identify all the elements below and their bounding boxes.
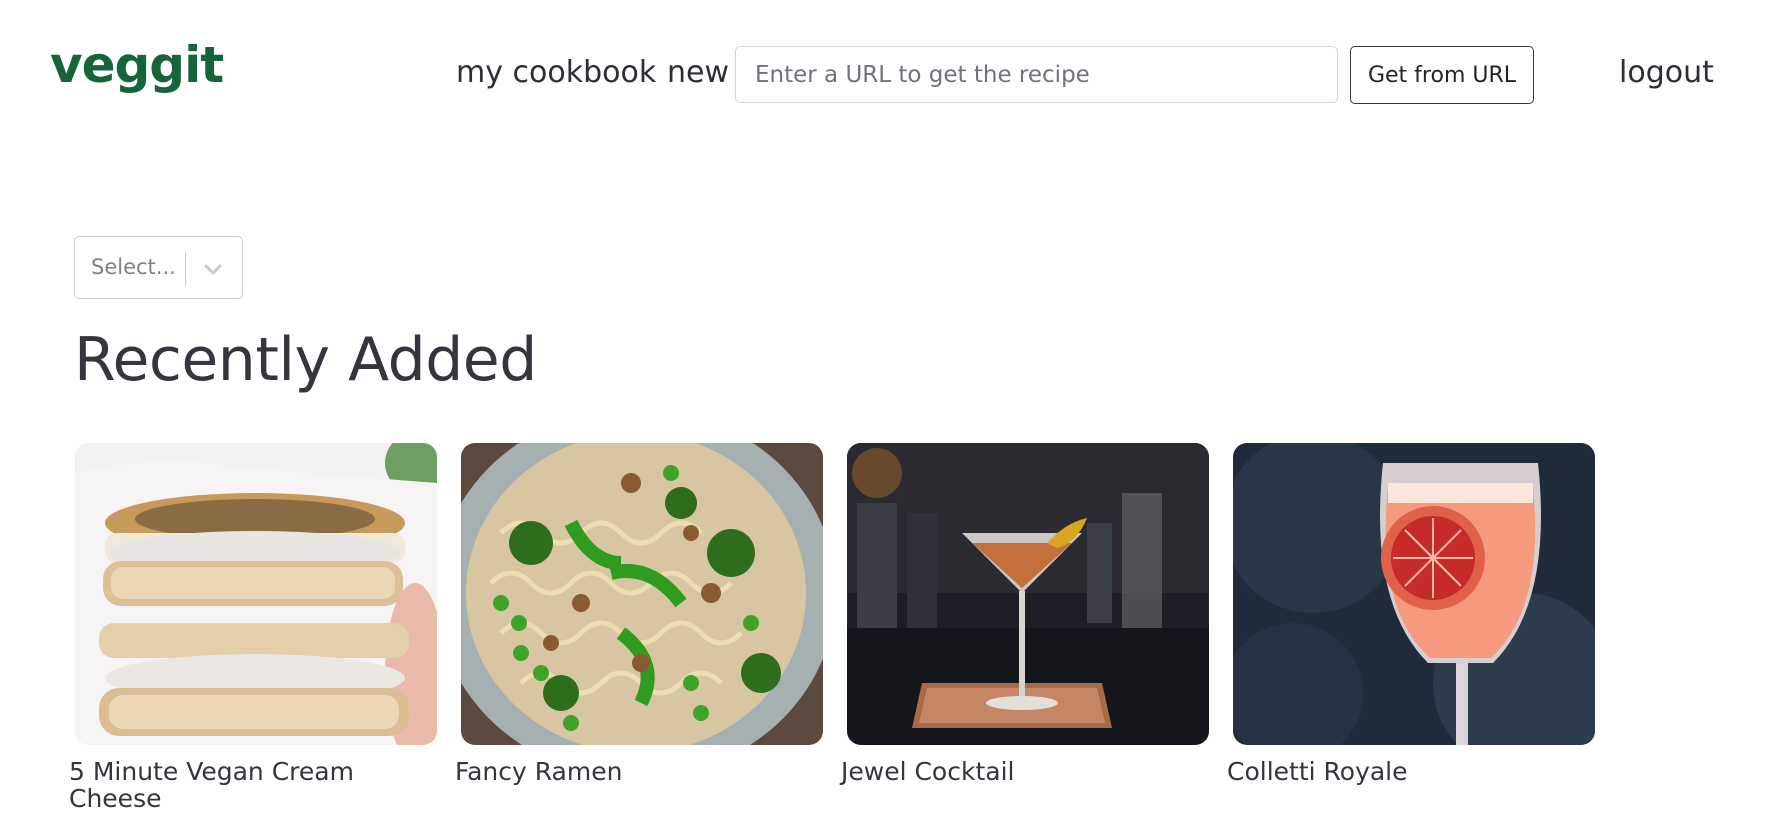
- martini-photo[interactable]: [847, 443, 1209, 745]
- bagel-photo[interactable]: [75, 443, 437, 745]
- recently-added-heading: Recently Added: [74, 325, 537, 395]
- recipe-url-input[interactable]: [735, 46, 1338, 103]
- tag-filter-select[interactable]: Select...: [74, 236, 243, 299]
- brand-logo[interactable]: veggit: [50, 40, 224, 90]
- navbar: veggit my cookbook new Get from URL logo…: [0, 0, 1771, 150]
- recipe-card-title[interactable]: 5 Minute Vegan Cream Cheese: [69, 758, 429, 812]
- nav-my-cookbook-link[interactable]: my cookbook: [456, 58, 656, 88]
- recipe-card[interactable]: Fancy Ramen: [455, 443, 823, 785]
- recipe-card[interactable]: Jewel Cocktail: [841, 443, 1209, 785]
- select-separator: [185, 251, 186, 286]
- recipe-card-title[interactable]: Jewel Cocktail: [841, 758, 1201, 785]
- nav-new-link[interactable]: new: [667, 58, 729, 88]
- get-from-url-button[interactable]: Get from URL: [1350, 46, 1534, 104]
- recipe-card[interactable]: Colletti Royale: [1227, 443, 1595, 785]
- recipe-card[interactable]: 5 Minute Vegan Cream Cheese: [69, 443, 437, 812]
- recipe-card-title[interactable]: Colletti Royale: [1227, 758, 1587, 785]
- logout-link[interactable]: logout: [1619, 58, 1714, 88]
- ramen-photo[interactable]: [461, 443, 823, 745]
- select-placeholder: Select...: [91, 255, 176, 279]
- chevron-down-icon[interactable]: [199, 255, 227, 283]
- spritz-photo[interactable]: [1233, 443, 1595, 745]
- recipe-card-title[interactable]: Fancy Ramen: [455, 758, 815, 785]
